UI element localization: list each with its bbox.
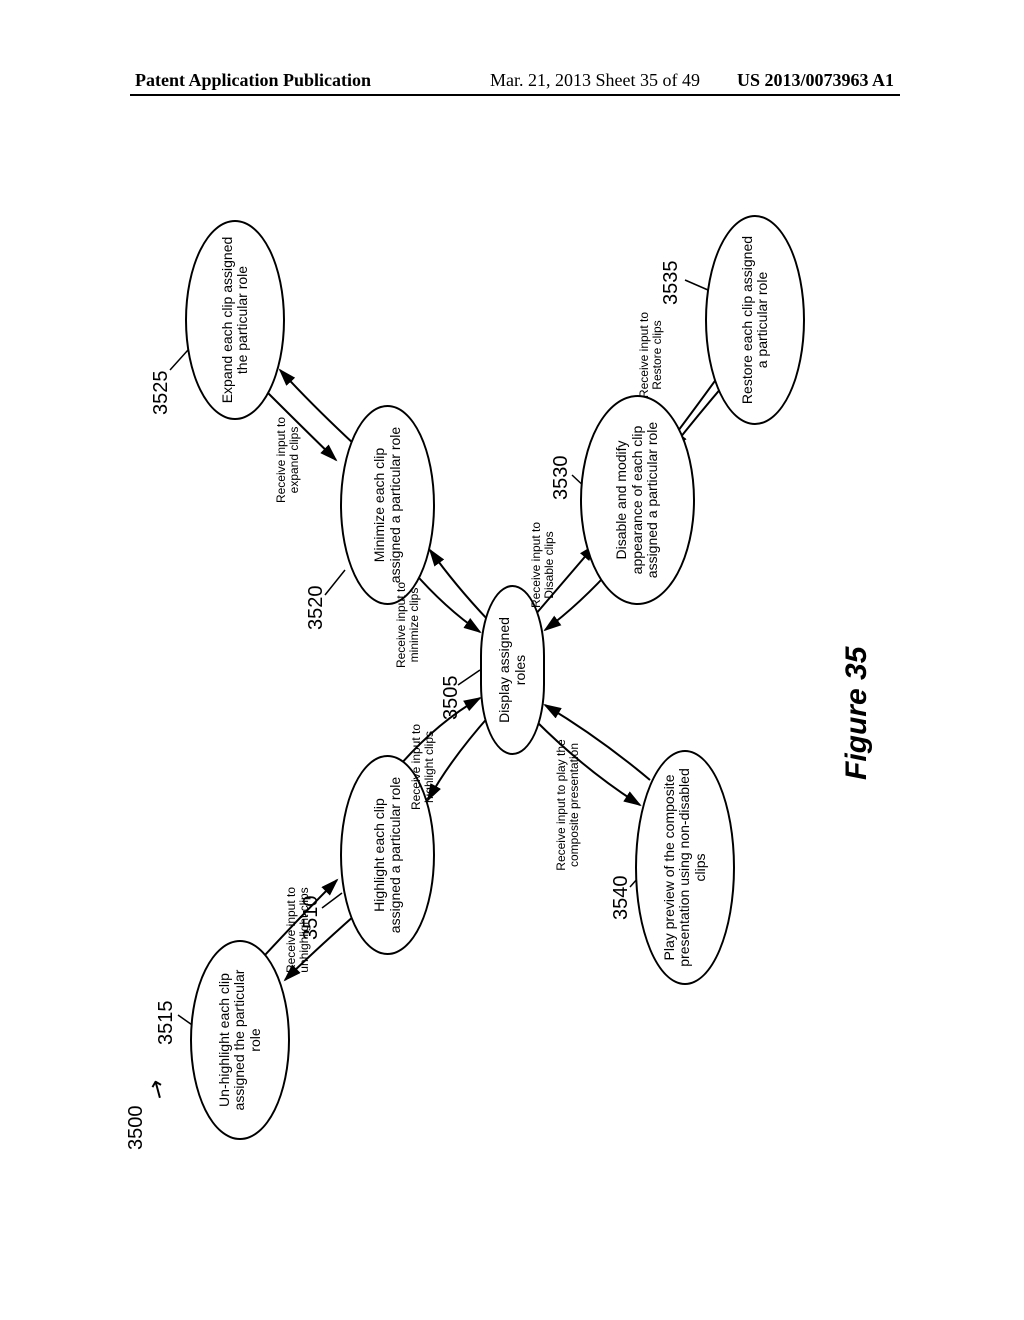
header-rule [130,94,900,96]
edge-expand-label: Receive input to expand clips [275,405,301,515]
ref-3500-arrow-icon: ↗ [142,1075,175,1106]
ref-3535: 3535 [660,261,682,306]
edge-play-label: Receive input to play the composite pres… [555,730,581,880]
edge-highlight-label: Receive input to highlight clips [410,712,436,822]
state-unhighlight: Un-highlight each clip assigned the part… [190,940,290,1140]
header-center: Mar. 21, 2013 Sheet 35 of 49 [490,70,700,91]
header-right: US 2013/0073963 A1 [737,70,894,91]
edge-disable-label: Receive input to Disable clips [530,510,556,620]
ref-3520: 3520 [305,586,327,631]
ref-3525: 3525 [150,371,172,416]
edge-unhighlight-label: Receive input to unhighlight clips [285,875,311,985]
state-expand: Expand each clip assigned the particular… [185,220,285,420]
state-diagram: Display assigned roles Highlight each cl… [80,180,940,1160]
ref-3530: 3530 [550,456,572,501]
figure-container: Display assigned roles Highlight each cl… [80,180,940,1160]
edge-restore-label: Receive input to Restore clips [638,300,664,410]
ref-3540: 3540 [610,876,632,921]
figure-caption: Figure 35 [840,647,873,780]
ref-3500: 3500 [125,1106,147,1151]
edge-minimize-label: Receive input to minimize clips [395,570,421,680]
ref-3505: 3505 [440,676,462,721]
state-disable: Disable and modify appearance of each cl… [580,395,695,605]
state-restore: Restore each clip assigned a particular … [705,215,805,425]
state-play-preview: Play preview of the composite presentati… [635,750,735,985]
header-left: Patent Application Publication [135,70,371,91]
ref-3515: 3515 [155,1001,177,1046]
